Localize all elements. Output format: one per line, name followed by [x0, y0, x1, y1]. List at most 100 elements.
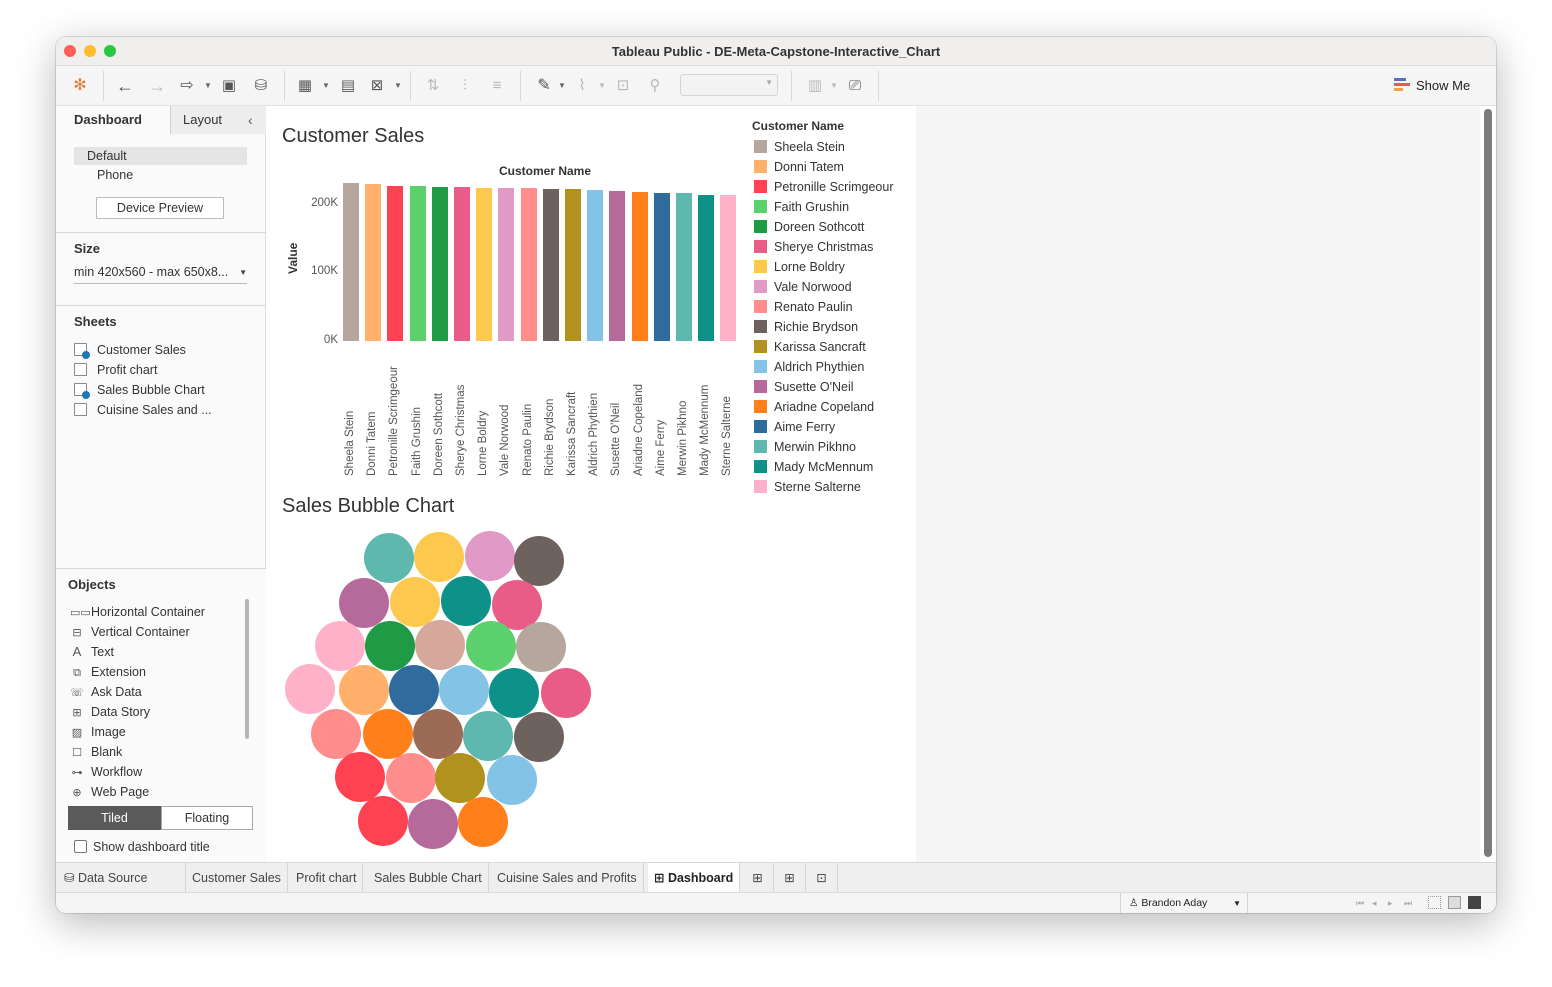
bubble-mark[interactable]: [514, 536, 564, 586]
bubble-mark[interactable]: [489, 668, 539, 718]
bubble-mark[interactable]: [413, 709, 463, 759]
bar-12[interactable]: [609, 191, 626, 341]
duplicate-sheet-icon[interactable]: ▤: [337, 74, 359, 98]
bar-17[interactable]: [720, 195, 737, 341]
object-web-page[interactable]: ⊕ Web Page: [70, 783, 149, 801]
show-me-button[interactable]: Show Me: [1394, 76, 1470, 96]
floating-toggle[interactable]: Floating: [161, 806, 253, 830]
new-story-tab-icon[interactable]: ⊡: [806, 863, 838, 893]
bar-1[interactable]: [365, 183, 382, 341]
bar-5[interactable]: [454, 187, 470, 341]
bubble-mark[interactable]: [408, 799, 458, 849]
object-blank[interactable]: ☐ Blank: [70, 743, 122, 761]
legend-item[interactable]: Faith Grushin: [754, 199, 849, 215]
tab-customer-sales[interactable]: Customer Sales: [186, 863, 288, 893]
new-dashboard-tab-icon[interactable]: ⊞: [774, 863, 806, 893]
tab-data-source[interactable]: ⛁ Data Source: [56, 863, 186, 893]
bubble-mark[interactable]: [358, 796, 408, 846]
bubble-mark[interactable]: [441, 576, 491, 626]
new-worksheet-tab-icon[interactable]: ⊞: [742, 863, 774, 893]
bubble-mark[interactable]: [390, 577, 440, 627]
bar-16[interactable]: [698, 194, 715, 341]
legend-item[interactable]: Karissa Sancraft: [754, 339, 866, 355]
previous-sheet-icon[interactable]: ◂: [1372, 893, 1377, 913]
save-icon[interactable]: ▣: [219, 74, 239, 98]
replay-dropdown-icon[interactable]: ▼: [204, 74, 212, 98]
show-mark-labels-icon[interactable]: ⊡: [612, 74, 634, 98]
legend-item[interactable]: Sterne Salterne: [754, 479, 861, 495]
bar-plot-area[interactable]: [343, 176, 741, 341]
legend-item[interactable]: Susette O'Neil: [754, 379, 854, 395]
bar-9[interactable]: [542, 189, 559, 341]
legend-item[interactable]: Merwin Pikhno: [754, 439, 856, 455]
bubble-mark[interactable]: [435, 753, 485, 803]
bar-4[interactable]: [431, 187, 448, 341]
sheet-sorter-icon[interactable]: [1428, 896, 1441, 909]
bubble-mark[interactable]: [414, 532, 464, 582]
object-vertical-container[interactable]: ⊟ Vertical Container: [70, 623, 189, 641]
sheet-item[interactable]: Profit chart: [74, 361, 157, 379]
bar-3[interactable]: [409, 186, 426, 341]
bubble-mark[interactable]: [516, 622, 566, 672]
legend-item[interactable]: Renato Paulin: [754, 299, 853, 315]
bubble-mark[interactable]: [311, 709, 361, 759]
object-extension[interactable]: ⧉ Extension: [70, 663, 146, 681]
group-dropdown-icon[interactable]: ▼: [598, 74, 606, 98]
object-text[interactable]: A Text: [70, 643, 114, 661]
last-sheet-icon[interactable]: ⏭: [1404, 893, 1412, 913]
bubble-mark[interactable]: [458, 797, 508, 847]
legend-item[interactable]: Mady McMennum: [754, 459, 873, 475]
bubble-mark[interactable]: [541, 668, 591, 718]
object-image[interactable]: ▨ Image: [70, 723, 126, 741]
fit-dropdown-icon[interactable]: ▼: [830, 74, 838, 98]
bar-15[interactable]: [676, 193, 692, 341]
bar-8[interactable]: [520, 188, 537, 341]
show-dashboard-title-checkbox[interactable]: Show dashboard title: [74, 839, 210, 855]
bubble-mark[interactable]: [363, 709, 413, 759]
object-ask-data[interactable]: ☏ Ask Data: [70, 683, 142, 701]
legend-item[interactable]: Richie Brydson: [754, 319, 858, 335]
tab-dashboard[interactable]: Dashboard: [56, 106, 170, 134]
tabs-view-icon[interactable]: [1468, 896, 1481, 909]
bubble-mark[interactable]: [466, 621, 516, 671]
presentation-mode-icon[interactable]: ⎚: [844, 74, 866, 98]
bar-14[interactable]: [653, 192, 670, 341]
replay-icon[interactable]: ⇨: [175, 74, 199, 98]
bubble-mark[interactable]: [335, 752, 385, 802]
bubble-mark[interactable]: [465, 531, 515, 581]
next-sheet-icon[interactable]: ▸: [1388, 893, 1393, 913]
bubble-mark[interactable]: [514, 712, 564, 762]
bubble-mark[interactable]: [339, 665, 389, 715]
object-workflow[interactable]: ⊶ Workflow: [70, 763, 143, 781]
collapse-sidebar-icon[interactable]: ‹: [248, 106, 253, 134]
bar-13[interactable]: [631, 191, 648, 341]
legend-item[interactable]: Doreen Sothcott: [754, 219, 864, 235]
group-members-icon[interactable]: ⌇: [572, 74, 592, 98]
swap-rows-columns-icon[interactable]: ⇅: [422, 74, 444, 98]
legend-item[interactable]: Aime Ferry: [754, 419, 835, 435]
tiled-toggle[interactable]: Tiled: [68, 806, 161, 830]
bar-11[interactable]: [587, 190, 604, 341]
user-menu[interactable]: ♙ Brandon Aday ▼: [1120, 893, 1248, 913]
size-combo[interactable]: ▼: [680, 74, 778, 96]
legend-item[interactable]: Lorne Boldry: [754, 259, 845, 275]
clear-sheet-dropdown-icon[interactable]: ▼: [394, 74, 402, 98]
tab-dashboard-active[interactable]: ⊞ Dashboard: [648, 863, 741, 893]
device-default[interactable]: Default: [74, 147, 247, 165]
highlight-dropdown-icon[interactable]: ▼: [558, 74, 566, 98]
fix-axes-icon[interactable]: ⚲: [644, 74, 666, 98]
bubble-mark[interactable]: [386, 753, 436, 803]
object-data-story[interactable]: ⊞ Data Story: [70, 703, 150, 721]
device-phone[interactable]: Phone: [97, 168, 133, 182]
objects-scrollbar[interactable]: [245, 599, 249, 739]
sheet-item[interactable]: Cuisine Sales and ...: [74, 401, 212, 419]
filmstrip-icon[interactable]: [1448, 896, 1461, 909]
fit-icon[interactable]: ▥: [804, 74, 826, 98]
highlight-icon[interactable]: ✎: [533, 74, 555, 98]
bubble-mark[interactable]: [463, 711, 513, 761]
sort-ascending-icon[interactable]: ⫶: [454, 74, 476, 98]
canvas-scrollbar[interactable]: [1484, 109, 1492, 857]
legend-item[interactable]: Sheela Stein: [754, 139, 845, 155]
sheet-item[interactable]: Customer Sales: [74, 341, 186, 359]
tab-profit-chart[interactable]: Profit chart: [290, 863, 364, 893]
